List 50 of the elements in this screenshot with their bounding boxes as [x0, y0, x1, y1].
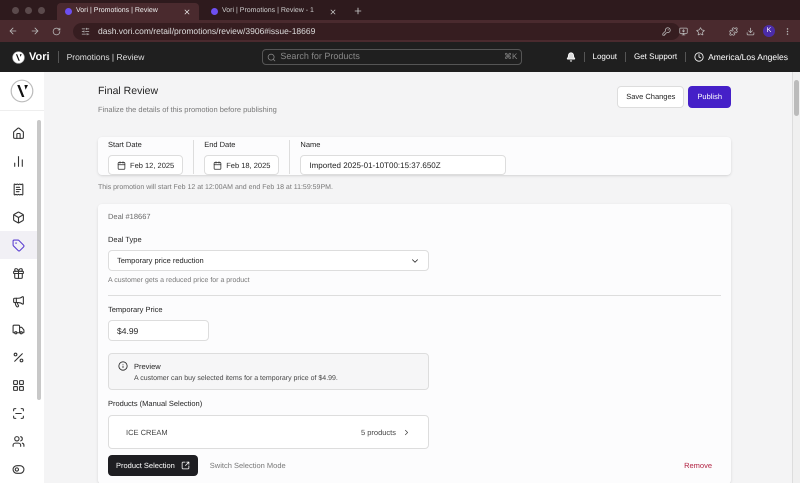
tag-icon: [12, 238, 25, 252]
clock-icon: [694, 52, 704, 62]
gift-icon: [12, 266, 25, 280]
forward-icon[interactable]: [30, 26, 40, 36]
back-icon[interactable]: [8, 26, 18, 36]
address-bar[interactable]: dash.vori.com/retail/promotions/review/3906#issue-18669: [73, 22, 680, 40]
bookmark-icon[interactable]: [696, 26, 705, 36]
page-title: Final Review: [98, 84, 160, 99]
truck-icon: [12, 322, 25, 336]
calendar-icon: [213, 160, 222, 170]
shortcut-hint: ⌘K: [504, 51, 518, 63]
download-icon[interactable]: [746, 26, 755, 36]
megaphone-icon: [12, 294, 25, 308]
calendar-icon: [117, 160, 126, 170]
header-link[interactable]: Logout: [592, 51, 617, 63]
box-icon: [12, 210, 25, 224]
logo-icon: [12, 50, 25, 64]
grid-icon: [12, 378, 25, 392]
bar-chart-icon: [12, 154, 25, 168]
extensions-icon[interactable]: [729, 26, 738, 36]
timezone-text[interactable]: America/Los Angeles: [708, 50, 788, 64]
page-section: Promotions | Review: [66, 50, 144, 64]
reload-icon[interactable]: [52, 26, 61, 36]
search-field[interactable]: Search for Products ⌘K: [262, 49, 522, 65]
external-link-icon: [180, 461, 190, 470]
sidebar-item[interactable]: [0, 231, 37, 259]
header-link[interactable]: Get Support: [634, 51, 678, 63]
chevron-right-icon: [402, 428, 411, 437]
install-icon[interactable]: [679, 26, 688, 36]
search-icon: [267, 52, 276, 62]
new-tab-icon[interactable]: [353, 6, 363, 16]
info-icon: [118, 361, 128, 371]
toggle-icon: [12, 462, 25, 476]
site-settings-icon: [81, 26, 90, 36]
percent-icon: [12, 350, 25, 364]
logo-icon: [10, 79, 34, 103]
close-icon[interactable]: [329, 8, 337, 16]
home-icon: [12, 126, 25, 140]
name-field[interactable]: Imported 2025-01-10T00:15:37.650Z: [300, 155, 506, 176]
users-icon: [12, 434, 25, 448]
search-placeholder: Search for Products: [280, 50, 361, 64]
key-icon[interactable]: [662, 26, 671, 36]
brand-name: Vori: [29, 50, 50, 65]
tab-favicon-icon: [211, 8, 218, 15]
notifications-icon[interactable]: [566, 52, 576, 62]
scan-icon: [12, 406, 25, 420]
price-field[interactable]: $4.99: [108, 320, 209, 341]
url-text: dash.vori.com/retail/promotions/review/3906#issue-18669: [98, 24, 316, 38]
tab-favicon-icon: [65, 8, 72, 15]
receipt-icon: [12, 182, 25, 196]
